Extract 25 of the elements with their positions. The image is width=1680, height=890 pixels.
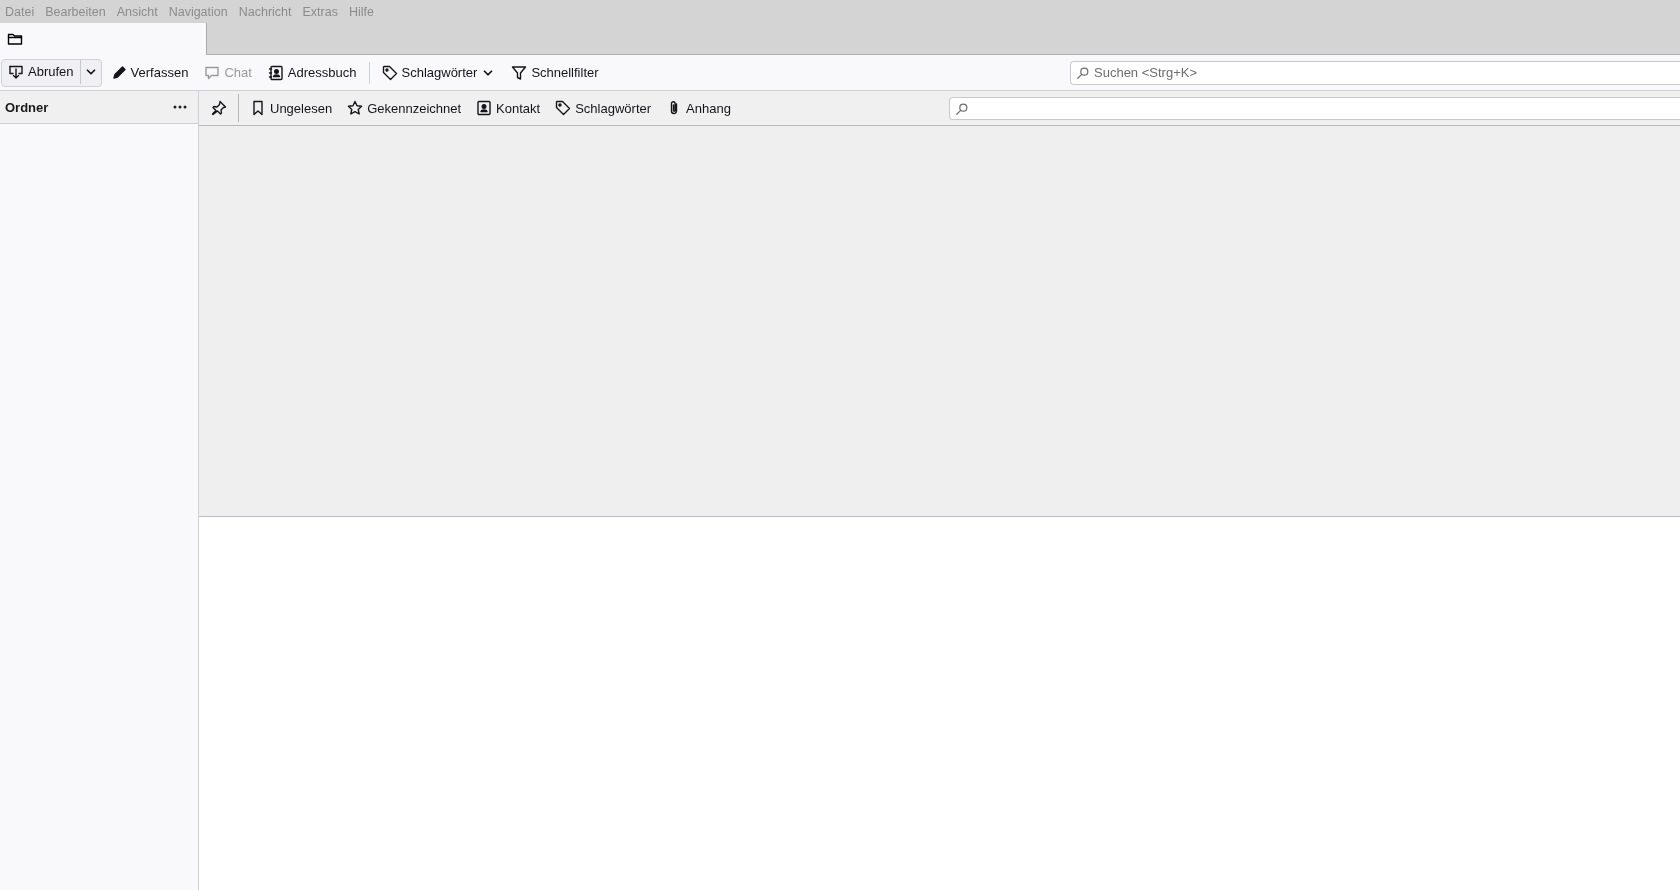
thumbtack-icon <box>211 100 227 116</box>
quick-filter-button[interactable]: Schnellfilter <box>504 59 606 86</box>
folder-pane-title: Ordner <box>5 99 49 115</box>
funnel-icon <box>511 64 528 81</box>
download-tray-icon <box>8 63 24 80</box>
folder-icon <box>7 31 23 47</box>
address-book-button[interactable]: Adressbuch <box>260 59 364 86</box>
address-book-icon <box>267 64 284 81</box>
write-button[interactable]: Verfassen <box>103 59 196 86</box>
star-icon <box>347 100 364 116</box>
starred-filter-button[interactable]: Gekennzeichnet <box>340 95 469 121</box>
get-messages-button[interactable]: Abrufen <box>2 59 80 84</box>
speech-bubble-icon <box>204 64 221 81</box>
bookmark-icon <box>250 100 266 116</box>
tag-icon <box>381 64 398 81</box>
contact-card-icon <box>476 100 493 116</box>
tags-button[interactable]: Schlagwörter <box>374 59 503 86</box>
attachment-filter-button[interactable]: Anhang <box>659 95 738 121</box>
tags-filter-button[interactable]: Schlagwörter <box>548 95 659 121</box>
pencil-icon <box>110 64 127 81</box>
search-field[interactable]: Suchen <Strg+K> <box>1070 60 1680 85</box>
unread-filter-button[interactable]: Ungelesen <box>243 95 340 121</box>
tag-icon <box>555 100 572 116</box>
filter-search-field[interactable] <box>949 96 1680 120</box>
contact-filter-button[interactable]: Kontakt <box>469 95 548 121</box>
